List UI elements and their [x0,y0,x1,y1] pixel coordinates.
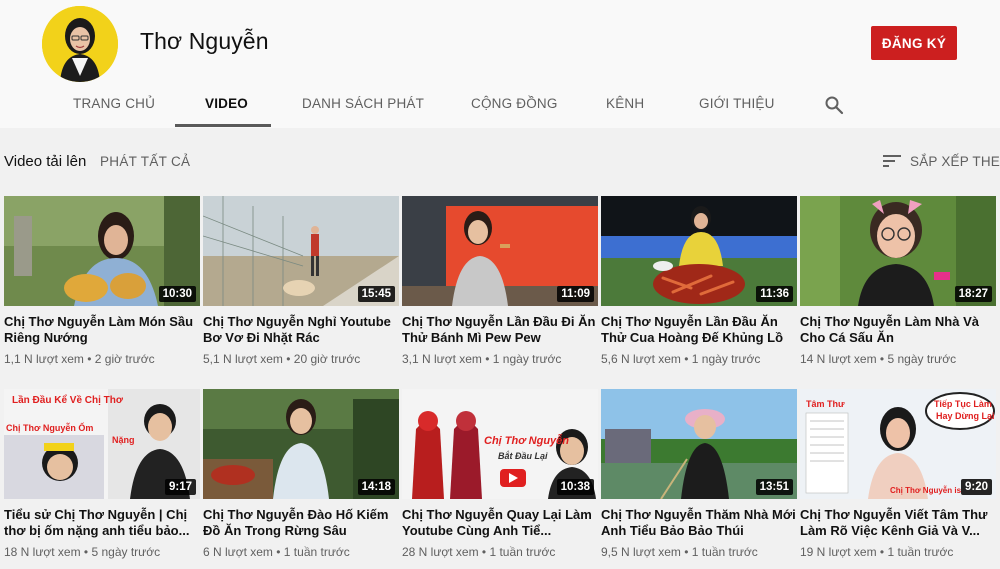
video-card[interactable]: 14:18 Chị Thơ Nguyễn Đào Hố Kiếm Đồ Ăn T… [203,389,399,559]
video-thumbnail[interactable]: 11:36 [601,196,797,306]
video-title[interactable]: Tiểu sử Chị Thơ Nguyễn | Chị thơ bị ốm n… [4,507,200,539]
video-thumbnail[interactable]: Chị Thơ Nguyễn Bắt Đầu Lại 10:38 [402,389,598,499]
active-tab-indicator [175,124,271,127]
video-thumbnail[interactable]: 18:27 [800,196,996,306]
video-meta: 3,1 N lượt xem • 1 ngày trước [402,352,562,366]
upload-age: 1 tuần trước [887,545,954,559]
video-thumbnail[interactable]: 15:45 [203,196,399,306]
video-card[interactable]: 13:51 Chị Thơ Nguyễn Thăm Nhà Mới Anh Ti… [601,389,797,559]
view-count: 5,1 N lượt xem [203,352,283,366]
video-card[interactable]: Lần Đầu Kể Về Chị Thơ Chị Thơ Nguyễn Ốm … [4,389,200,559]
video-meta: 6 N lượt xem • 1 tuần trước [203,545,350,559]
thumbnail-caption: Bắt Đầu Lại [498,451,548,461]
channel-tabs: TRANG CHỦ VIDEO DANH SÁCH PHÁT CỘNG ĐỒNG… [0,86,1000,128]
video-meta: 28 N lượt xem • 1 tuần trước [402,545,556,559]
video-duration: 10:30 [158,286,196,302]
video-thumbnail[interactable]: 11:09 [402,196,598,306]
sort-by-button[interactable]: SẮP XẾP THEO [910,154,1000,169]
video-card[interactable]: 11:09 Chị Thơ Nguyễn Lần Đầu Đi Ăn Thử B… [402,196,598,366]
video-duration: 9:17 [164,479,196,495]
video-card[interactable]: Chị Thơ Nguyễn Bắt Đầu Lại 10:38 Chị Thơ… [402,389,598,559]
channel-name: Thơ Nguyễn [140,28,269,54]
video-meta: 9,5 N lượt xem • 1 tuần trước [601,545,758,559]
view-count: 3,1 N lượt xem [402,352,482,366]
upload-age: 1 tuần trước [691,545,758,559]
video-title[interactable]: Chị Thơ Nguyễn Làm Nhà Và Cho Cá Sấu Ăn [800,314,996,346]
upload-age: 1 ngày trước [691,352,761,366]
video-thumbnail[interactable]: 14:18 [203,389,399,499]
video-duration: 11:36 [756,286,793,302]
thumbnail-caption: Tiếp Tục Làm [934,399,992,409]
tab-channels[interactable]: KÊNH [606,96,644,111]
video-title[interactable]: Chị Thơ Nguyễn Lần Đầu Ăn Thử Cua Hoàng … [601,314,797,346]
video-title[interactable]: Chị Thơ Nguyễn Làm Món Sầu Riêng Nướng [4,314,200,346]
sort-icon[interactable] [882,153,902,169]
upload-age: 5 ngày trước [887,352,957,366]
video-title[interactable]: Chị Thơ Nguyễn Nghỉ Youtube Bơ Vơ Đi Nhặ… [203,314,399,346]
tab-playlists[interactable]: DANH SÁCH PHÁT [302,96,424,111]
tab-community[interactable]: CỘNG ĐỒNG [471,96,558,111]
video-title[interactable]: Chị Thơ Nguyễn Viết Tâm Thư Làm Rõ Việc … [800,507,996,539]
search-icon[interactable] [824,95,844,115]
video-title[interactable]: Chị Thơ Nguyễn Đào Hố Kiếm Đồ Ăn Trong R… [203,507,399,539]
video-thumbnail[interactable]: 13:51 [601,389,797,499]
video-thumbnail[interactable]: Lần Đầu Kể Về Chị Thơ Chị Thơ Nguyễn Ốm … [4,389,200,499]
thumbnail-caption: Chị Thơ Nguyễn is [890,486,962,495]
tab-about[interactable]: GIỚI THIỆU [699,96,775,111]
video-card[interactable]: 15:45 Chị Thơ Nguyễn Nghỉ Youtube Bơ Vơ … [203,196,399,366]
upload-age: 5 ngày trước [91,545,161,559]
video-duration: 11:09 [557,286,594,302]
upload-age: 20 giờ trước [293,352,361,366]
video-card[interactable]: 10:30 Chị Thơ Nguyễn Làm Món Sầu Riêng N… [4,196,200,366]
upload-age: 1 tuần trước [283,545,350,559]
thumbnail-caption: Nặng [112,435,135,445]
thumbnail-caption: Hay Dừng Lại [936,411,995,421]
view-count: 19 N lượt xem [800,545,877,559]
upload-age: 1 ngày trước [492,352,562,366]
view-count: 1,1 N lượt xem [4,352,84,366]
view-count: 28 N lượt xem [402,545,479,559]
video-meta: 14 N lượt xem • 5 ngày trước [800,352,957,366]
video-card[interactable]: Tâm Thư Tiếp Tục Làm Hay Dừng Lại Chị Th… [800,389,996,559]
view-count: 9,5 N lượt xem [601,545,681,559]
upload-age: 1 tuần trước [489,545,556,559]
video-title[interactable]: Chị Thơ Nguyễn Lần Đầu Đi Ăn Thử Bánh Mì… [402,314,598,346]
video-title[interactable]: Chị Thơ Nguyễn Thăm Nhà Mới Anh Tiểu Bảo… [601,507,797,539]
play-all-button[interactable]: PHÁT TẤT CẢ [100,154,190,169]
thumbnail-caption: Lần Đầu Kể Về Chị Thơ [12,395,124,406]
video-meta: 18 N lượt xem • 5 ngày trước [4,545,161,559]
video-duration: 9:20 [960,479,992,495]
video-duration: 14:18 [357,479,395,495]
channel-header: Thơ Nguyễn ĐĂNG KÝ TRANG CHỦ VIDEO DANH … [0,0,1000,128]
video-duration: 10:38 [556,479,594,495]
channel-avatar[interactable] [42,6,118,82]
video-duration: 13:51 [755,479,793,495]
video-meta: 5,1 N lượt xem • 20 giờ trước [203,352,361,366]
video-duration: 18:27 [954,286,992,302]
thumbnail-caption: Tâm Thư [806,399,845,409]
subscribe-button[interactable]: ĐĂNG KÝ [871,26,957,60]
view-count: 18 N lượt xem [4,545,81,559]
video-meta: 1,1 N lượt xem • 2 giờ trước [4,352,155,366]
section-title: Video tải lên [4,153,87,170]
video-thumbnail[interactable]: Tâm Thư Tiếp Tục Làm Hay Dừng Lại Chị Th… [800,389,996,499]
thumbnail-caption: Chị Thơ Nguyễn [484,435,569,447]
video-meta: 5,6 N lượt xem • 1 ngày trước [601,352,761,366]
view-count: 6 N lượt xem [203,545,273,559]
video-duration: 15:45 [357,286,395,302]
video-meta: 19 N lượt xem • 1 tuần trước [800,545,954,559]
video-card[interactable]: 18:27 Chị Thơ Nguyễn Làm Nhà Và Cho Cá S… [800,196,996,366]
view-count: 5,6 N lượt xem [601,352,681,366]
thumbnail-caption: Chị Thơ Nguyễn Ốm [6,423,94,433]
view-count: 14 N lượt xem [800,352,877,366]
tab-home[interactable]: TRANG CHỦ [73,96,155,111]
video-thumbnail[interactable]: 10:30 [4,196,200,306]
video-card[interactable]: 11:36 Chị Thơ Nguyễn Lần Đầu Ăn Thử Cua … [601,196,797,366]
tab-videos[interactable]: VIDEO [205,96,248,111]
upload-age: 2 giờ trước [94,352,155,366]
video-title[interactable]: Chị Thơ Nguyễn Quay Lại Làm Youtube Cùng… [402,507,598,539]
